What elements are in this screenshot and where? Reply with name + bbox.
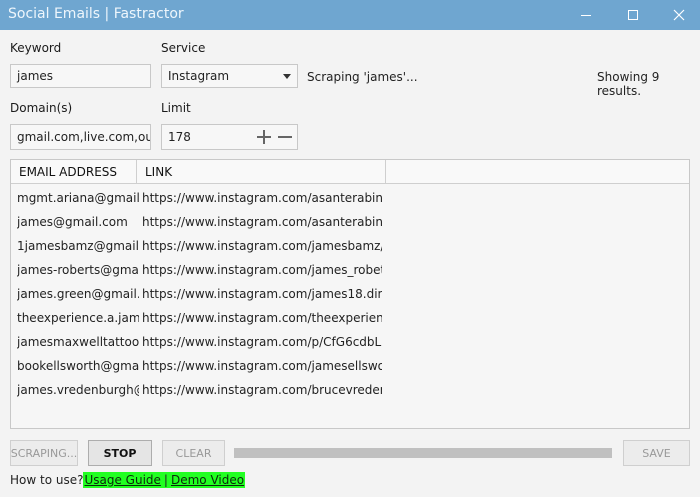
close-button[interactable] [656,0,700,30]
cell-link: https://www.instagram.com/brucevredenbur… [142,383,382,397]
results-table[interactable]: EMAIL ADDRESS LINK mgmt.ariana@gmail.com… [10,159,690,429]
domains-value: gmail.com,live.com,outlook [17,130,150,144]
service-select[interactable]: Instagram [161,64,298,88]
table-row[interactable]: mgmt.ariana@gmail.com https://www.instag… [11,186,689,210]
window-title: Social Emails | Fastractor [8,6,184,22]
table-row[interactable]: theexperience.a.james@gmail.com https://… [11,306,689,330]
column-header-email[interactable]: EMAIL ADDRESS [11,160,137,184]
keyword-input[interactable]: james [10,64,151,88]
table-row[interactable]: jamesmaxwelltattoo@gmail.com https://www… [11,330,689,354]
table-row[interactable]: bookellsworth@gmail.com https://www.inst… [11,354,689,378]
progress-bar [234,448,612,458]
usage-guide-link[interactable]: Usage Guide [83,472,162,488]
domains-label: Domain(s) [10,101,73,115]
save-button[interactable]: SAVE [623,440,690,466]
close-icon [673,9,685,21]
keyword-value: james [17,69,54,83]
minus-icon[interactable] [276,128,294,146]
help-separator: | [161,472,170,488]
column-header-filler [386,160,689,184]
table-header: EMAIL ADDRESS LINK [11,160,689,184]
keyword-label: Keyword [10,41,62,55]
domains-input[interactable]: gmail.com,live.com,outlook [10,124,151,150]
cell-email: 1jamesbamz@gmail.com [17,239,139,253]
cell-email: theexperience.a.james@gmail.com [17,311,139,325]
limit-value: 178 [168,130,191,144]
table-row[interactable]: james.vredenburgh@gmail.com https://www.… [11,378,689,402]
scraping-button[interactable]: SCRAPING... [10,440,78,466]
cell-link: https://www.instagram.com/james18.dimond… [142,287,382,301]
clear-button[interactable]: CLEAR [162,440,225,466]
limit-label: Limit [161,101,191,115]
title-bar[interactable]: Social Emails | Fastractor [0,0,700,30]
cell-email: james.green@gmail.com [17,287,139,301]
cell-email: james.vredenburgh@gmail.com [17,383,139,397]
status-text: Scraping 'james'... [307,70,418,84]
service-value: Instagram [168,69,230,83]
app-window: Social Emails | Fastractor Keyword Servi… [0,0,700,497]
help-links: How to use? Usage Guide | Demo Video [10,472,246,488]
stop-button[interactable]: STOP [88,440,152,466]
plus-icon[interactable] [255,128,273,146]
cell-link: https://www.instagram.com/james_robets/ [142,263,382,277]
cell-link: https://www.instagram.com/asanterabiniim… [142,215,382,229]
cell-email: james-roberts@gmail.com [17,263,139,277]
limit-stepper[interactable]: 178 [161,124,298,150]
table-row[interactable]: 1jamesbamz@gmail.com https://www.instagr… [11,234,689,258]
cell-link: https://www.instagram.com/p/CfG6cdbLiDo/ [142,335,382,349]
minimize-button[interactable] [563,0,609,30]
cell-email: bookellsworth@gmail.com [17,359,139,373]
demo-video-link[interactable]: Demo Video [169,472,246,488]
cell-link: https://www.instagram.com/theexperienceb… [142,311,382,325]
cell-link: https://www.instagram.com/jamesbamz/ [142,239,382,253]
table-row[interactable]: james@gmail.com https://www.instagram.co… [11,210,689,234]
table-row[interactable]: james-roberts@gmail.com https://www.inst… [11,258,689,282]
results-count: Showing 9 results. [597,70,660,98]
progress-fill [234,448,612,458]
help-prefix: How to use? [10,473,84,487]
cell-link: https://www.instagram.com/asanterabiniim… [142,191,382,205]
cell-link: https://www.instagram.com/jamesellsworth… [142,359,382,373]
table-row[interactable]: james.green@gmail.com https://www.instag… [11,282,689,306]
minimize-icon [581,14,591,16]
cell-email: mgmt.ariana@gmail.com [17,191,139,205]
cell-email: jamesmaxwelltattoo@gmail.com [17,335,139,349]
maximize-button[interactable] [610,0,656,30]
cell-email: james@gmail.com [17,215,128,229]
service-label: Service [161,41,206,55]
column-header-link[interactable]: LINK [137,160,386,184]
maximize-icon [628,10,638,20]
chevron-down-icon [283,73,291,79]
